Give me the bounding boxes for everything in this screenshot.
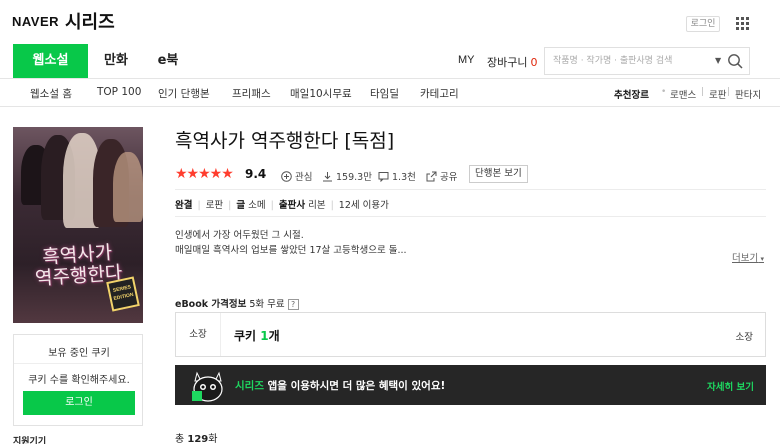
chevron-down-icon: ▾ [758, 255, 764, 263]
cart-link[interactable]: 장바구니 0 [487, 54, 537, 70]
divider [14, 363, 142, 364]
publisher-link[interactable]: 리본 [308, 200, 325, 211]
genre-bullet: • [661, 87, 667, 97]
synopsis-line: 매일매일 흑역사의 업보를 쌓았던 17살 고등학생으로 돌... [175, 245, 407, 256]
total-prefix: 총 [175, 434, 185, 444]
divider [175, 189, 766, 190]
synopsis-line: 인생에서 가장 어두웠던 그 시절. [175, 230, 304, 241]
share-button[interactable]: 공유 [426, 169, 457, 183]
sub-nav: 웹소설 홈 TOP 100 인기 단행본 프리패스 매일10시무료 타임딜 카테… [0, 79, 780, 107]
free-episodes-note: 5화 무료 [249, 299, 285, 310]
price-amount: 1 [260, 329, 269, 343]
publisher-label: 출판사 [278, 200, 306, 211]
naver-logo[interactable]: NAVER [12, 14, 59, 29]
download-icon [323, 172, 332, 182]
price-prefix: 쿠키 [234, 329, 257, 343]
cart-label: 장바구니 [487, 56, 528, 69]
promo-text: 시리즈 앱을 이용하시면 더 많은 혜택이 있어요! [235, 378, 445, 393]
app-promo-banner[interactable]: 시리즈 앱을 이용하시면 더 많은 혜택이 있어요! 자세히 보기 [175, 365, 766, 405]
cookie-box: 보유 중인 쿠키 쿠키 수를 확인해주세요. 로그인 [13, 334, 143, 426]
help-icon[interactable]: ? [287, 299, 299, 310]
more-button[interactable]: 더보기 ▾ [732, 250, 764, 264]
more-label: 더보기 [732, 253, 759, 264]
downloads-count: 159.3만 [336, 172, 372, 183]
comments-count: 1.3천 [392, 172, 416, 183]
subnav-popular-volumes[interactable]: 인기 단행본 [158, 86, 210, 101]
genre-fantasy[interactable]: 판타지 [735, 87, 761, 101]
cat-mascot-icon [192, 371, 223, 402]
plus-circle-icon [281, 171, 292, 182]
rating-stars: ★★★★★ [175, 166, 234, 182]
price-unit: 개 [268, 329, 280, 343]
search-input[interactable] [553, 53, 708, 69]
subnav-webnovel-home[interactable]: 웹소설 홈 [30, 86, 72, 101]
series-logo[interactable]: 시리즈 [65, 8, 115, 34]
genre-separator: | [701, 87, 705, 97]
main-nav: 웹소설 만화 e북 MY 장바구니0 ▼ [0, 44, 780, 79]
author-label: 글 [236, 200, 246, 211]
interest-button[interactable]: 관심 [281, 169, 312, 183]
interest-label: 관심 [295, 172, 313, 183]
price-value: 쿠키 1개 [234, 327, 280, 344]
divider [175, 216, 766, 217]
promo-message: 앱을 이용하시면 더 많은 혜택이 있어요! [267, 380, 446, 392]
subnav-freepass[interactable]: 프리패스 [232, 86, 271, 101]
genre-link[interactable]: 로판 [206, 200, 223, 211]
episode-unit: 화 [208, 434, 218, 444]
purchase-option[interactable]: 소장 쿠키 1개 소장 [175, 312, 766, 357]
series-edition-badge: SERIES EDITION [106, 276, 140, 312]
tab-ebook[interactable]: e북 [148, 44, 188, 78]
subnav-timedeal[interactable]: 타임딜 [370, 86, 399, 101]
subnav-top100[interactable]: TOP 100 [97, 86, 141, 98]
own-label: 소장 [176, 313, 221, 356]
book-meta: 완결 | 로판 | 글 소메 | 출판사 리본 | 12세 이용가 [175, 200, 389, 211]
genre-romance[interactable]: 로맨스 [670, 87, 696, 101]
cookie-message: 쿠키 수를 확인해주세요. [28, 375, 130, 386]
age-rating: 12세 이용가 [338, 200, 389, 211]
ebook-price-title: eBook 가격정보 [175, 299, 247, 310]
ebook-price-label: eBook 가격정보 5화 무료? [175, 296, 299, 310]
comments-button[interactable]: 1.3천 [378, 169, 416, 183]
cover-figure [113, 152, 143, 222]
search-box: ▼ [544, 47, 750, 75]
promo-brand: 시리즈 [235, 380, 264, 392]
author-link[interactable]: 소메 [248, 200, 265, 211]
login-button[interactable]: 로그인 [23, 391, 135, 415]
total-episodes: 총 129화 [175, 430, 217, 444]
apps-grid-icon[interactable] [736, 17, 749, 30]
downloads-stat: 159.3만 [322, 169, 372, 183]
my-link[interactable]: MY [458, 54, 475, 66]
episode-count: 129 [187, 434, 209, 444]
status-badge: 완결 [175, 200, 193, 211]
book-title: 흑역사가 역주행한다 [독점] [175, 130, 395, 152]
book-cover-image[interactable]: 흑역사가 역주행한다 SERIES EDITION [13, 127, 143, 323]
search-icon[interactable] [727, 53, 744, 70]
genre-separator: | [727, 87, 731, 97]
subnav-daily-free[interactable]: 매일10시무료 [290, 86, 352, 101]
tab-comics[interactable]: 만화 [93, 44, 139, 78]
promo-details-link[interactable]: 자세히 보기 [707, 379, 754, 393]
search-filter-caret-icon[interactable]: ▼ [715, 56, 721, 65]
tab-webnovel[interactable]: 웹소설 [13, 44, 88, 78]
view-volumes-button[interactable]: 단행본 보기 [469, 165, 528, 183]
top-header: NAVER 시리즈 로그인 [0, 0, 780, 44]
supported-devices-label: 지원기기 [13, 437, 47, 444]
cookie-title: 보유 중인 쿠키 [48, 348, 110, 359]
recommended-genre-label: 추천장르 [614, 90, 649, 101]
header-login-button[interactable]: 로그인 [686, 16, 720, 32]
genre-rofan[interactable]: 로판 [709, 87, 726, 101]
share-label: 공유 [440, 172, 458, 183]
synopsis: 인생에서 가장 어두웠던 그 시절. 매일매일 흑역사의 업보를 쌓았던 17살… [175, 228, 407, 258]
own-type: 소장 [735, 332, 753, 343]
comment-icon [378, 172, 389, 183]
cart-count: 0 [530, 56, 538, 69]
rating-score: 9.4 [245, 167, 267, 181]
subnav-category[interactable]: 카테고리 [420, 86, 459, 101]
share-icon [426, 171, 437, 182]
